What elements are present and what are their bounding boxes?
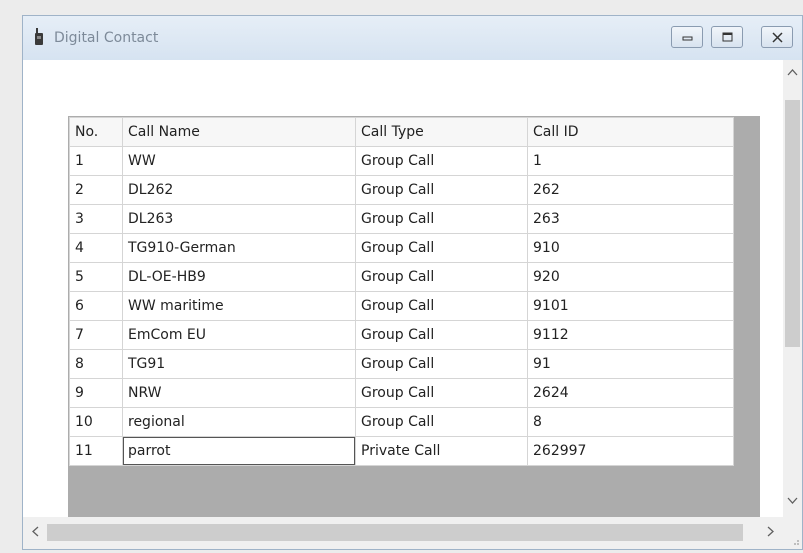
row-number: 11 bbox=[69, 436, 123, 466]
chevron-left-icon[interactable] bbox=[31, 526, 39, 541]
call-name-cell[interactable]: TG91 bbox=[122, 349, 356, 379]
header-call-name[interactable]: Call Name bbox=[122, 117, 356, 147]
call-name-cell[interactable]: regional bbox=[122, 407, 356, 437]
chevron-down-icon[interactable] bbox=[787, 495, 798, 509]
table-row[interactable]: 7 EmCom EU Group Call 9112 bbox=[69, 320, 734, 350]
call-id-cell[interactable]: 9101 bbox=[527, 291, 734, 321]
call-name-cell[interactable]: NRW bbox=[122, 378, 356, 408]
header-call-id[interactable]: Call ID bbox=[527, 117, 734, 147]
call-id-cell[interactable]: 920 bbox=[527, 262, 734, 292]
row-number: 1 bbox=[69, 146, 123, 176]
call-type-cell[interactable]: Group Call bbox=[355, 320, 528, 350]
call-id-cell[interactable]: 2624 bbox=[527, 378, 734, 408]
chevron-right-icon[interactable] bbox=[767, 526, 775, 541]
call-name-cell[interactable]: DL-OE-HB9 bbox=[122, 262, 356, 292]
call-name-cell[interactable]: WW maritime bbox=[122, 291, 356, 321]
call-type-cell[interactable]: Private Call bbox=[355, 436, 528, 466]
close-button[interactable] bbox=[761, 26, 793, 48]
table-row[interactable]: 5 DL-OE-HB9 Group Call 920 bbox=[69, 262, 734, 292]
resize-grip-icon[interactable] bbox=[783, 517, 802, 549]
window-title: Digital Contact bbox=[54, 30, 159, 46]
contact-table: No. Call Name Call Type Call ID 1 WW Gro… bbox=[69, 117, 734, 466]
call-name-cell[interactable]: EmCom EU bbox=[122, 320, 356, 350]
table-row-selected[interactable]: 11 parrot Private Call 262997 bbox=[69, 436, 734, 466]
call-type-cell[interactable]: Group Call bbox=[355, 204, 528, 234]
call-name-cell[interactable]: parrot bbox=[122, 436, 356, 466]
table-row[interactable]: 9 NRW Group Call 2624 bbox=[69, 378, 734, 408]
contact-grid: No. Call Name Call Type Call ID 1 WW Gro… bbox=[68, 116, 760, 526]
call-id-cell[interactable]: 263 bbox=[527, 204, 734, 234]
row-number: 8 bbox=[69, 349, 123, 379]
client-area: No. Call Name Call Type Call ID 1 WW Gro… bbox=[23, 60, 802, 549]
call-id-cell[interactable]: 262997 bbox=[527, 436, 734, 466]
horizontal-scrollbar[interactable] bbox=[23, 517, 783, 549]
vertical-scrollbar[interactable] bbox=[783, 60, 802, 517]
maximize-icon bbox=[722, 32, 733, 42]
row-number: 2 bbox=[69, 175, 123, 205]
vertical-scroll-thumb[interactable] bbox=[785, 100, 800, 347]
call-id-cell[interactable]: 910 bbox=[527, 233, 734, 263]
call-type-cell[interactable]: Group Call bbox=[355, 349, 528, 379]
row-number: 10 bbox=[69, 407, 123, 437]
table-row[interactable]: 3 DL263 Group Call 263 bbox=[69, 204, 734, 234]
call-type-cell[interactable]: Group Call bbox=[355, 407, 528, 437]
chevron-up-icon[interactable] bbox=[787, 66, 798, 80]
digital-contact-window: Digital Contact No. Call Name Call Type … bbox=[22, 15, 803, 550]
maximize-button[interactable] bbox=[711, 26, 743, 48]
call-id-cell[interactable]: 8 bbox=[527, 407, 734, 437]
table-header-row: No. Call Name Call Type Call ID bbox=[69, 117, 734, 147]
minimize-icon bbox=[682, 36, 693, 41]
call-type-cell[interactable]: Group Call bbox=[355, 262, 528, 292]
table-row[interactable]: 10 regional Group Call 8 bbox=[69, 407, 734, 437]
radio-icon bbox=[33, 28, 45, 45]
row-number: 9 bbox=[69, 378, 123, 408]
horizontal-scroll-thumb[interactable] bbox=[47, 524, 743, 541]
call-type-cell[interactable]: Group Call bbox=[355, 233, 528, 263]
row-number: 7 bbox=[69, 320, 123, 350]
row-number: 6 bbox=[69, 291, 123, 321]
call-type-cell[interactable]: Group Call bbox=[355, 378, 528, 408]
call-type-cell[interactable]: Group Call bbox=[355, 291, 528, 321]
row-number: 5 bbox=[69, 262, 123, 292]
call-id-cell[interactable]: 262 bbox=[527, 175, 734, 205]
header-call-type[interactable]: Call Type bbox=[355, 117, 528, 147]
call-name-cell[interactable]: DL262 bbox=[122, 175, 356, 205]
call-name-cell[interactable]: WW bbox=[122, 146, 356, 176]
close-icon bbox=[772, 32, 783, 43]
row-number: 4 bbox=[69, 233, 123, 263]
table-row[interactable]: 2 DL262 Group Call 262 bbox=[69, 175, 734, 205]
table-row[interactable]: 4 TG910-German Group Call 910 bbox=[69, 233, 734, 263]
call-name-cell[interactable]: TG910-German bbox=[122, 233, 356, 263]
header-no[interactable]: No. bbox=[69, 117, 123, 147]
minimize-button[interactable] bbox=[671, 26, 703, 48]
table-row[interactable]: 6 WW maritime Group Call 9101 bbox=[69, 291, 734, 321]
title-bar[interactable]: Digital Contact bbox=[23, 16, 802, 60]
table-row[interactable]: 8 TG91 Group Call 91 bbox=[69, 349, 734, 379]
row-number: 3 bbox=[69, 204, 123, 234]
call-type-cell[interactable]: Group Call bbox=[355, 146, 528, 176]
call-id-cell[interactable]: 91 bbox=[527, 349, 734, 379]
table-row[interactable]: 1 WW Group Call 1 bbox=[69, 146, 734, 176]
call-name-cell[interactable]: DL263 bbox=[122, 204, 356, 234]
call-id-cell[interactable]: 9112 bbox=[527, 320, 734, 350]
call-type-cell[interactable]: Group Call bbox=[355, 175, 528, 205]
call-id-cell[interactable]: 1 bbox=[527, 146, 734, 176]
